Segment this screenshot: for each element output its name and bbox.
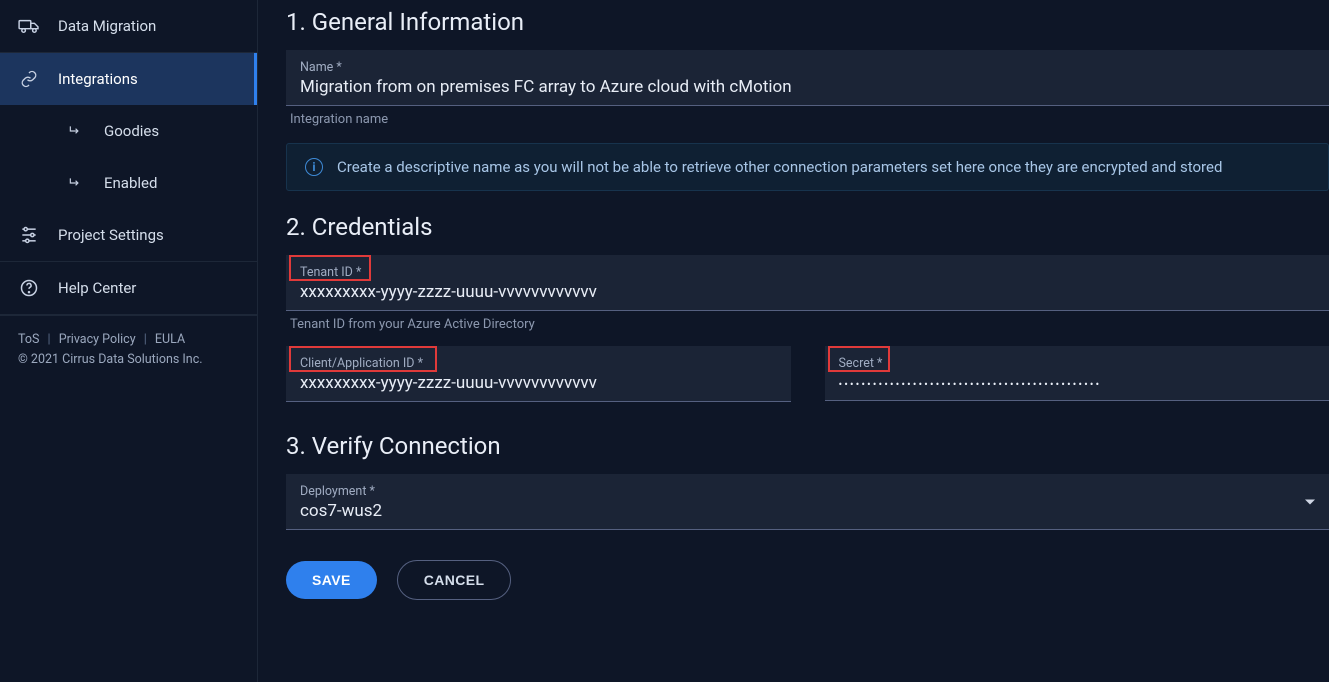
sidebar-item-label: Data Migration (58, 17, 156, 35)
sidebar-item-help-center[interactable]: Help Center (0, 262, 257, 314)
subarrow-icon (64, 124, 86, 138)
secret-label: Secret * (839, 356, 1316, 371)
subarrow-icon (64, 176, 86, 190)
tenant-id-label: Tenant ID * (300, 265, 1315, 280)
sidebar-item-label: Help Center (58, 279, 136, 297)
secret-field[interactable]: Secret * (825, 346, 1329, 401)
name-field[interactable]: Name * (286, 50, 1329, 106)
button-row: SAVE CANCEL (286, 560, 1329, 600)
secret-input[interactable] (839, 378, 1316, 391)
name-help: Integration name (290, 112, 1329, 127)
section-title-verify: 3. Verify Connection (286, 432, 1329, 460)
sidebar-item-enabled[interactable]: Enabled (0, 157, 257, 209)
chevron-down-icon (1305, 499, 1315, 504)
section-title-credentials: 2. Credentials (286, 213, 1329, 241)
sidebar-item-label: Project Settings (58, 226, 164, 244)
help-icon (18, 278, 40, 298)
truck-icon (18, 17, 40, 35)
client-id-input[interactable] (300, 373, 777, 393)
link-icon (18, 70, 40, 88)
name-input[interactable] (300, 77, 1315, 97)
tenant-id-input[interactable] (300, 282, 1315, 302)
sidebar-item-label: Integrations (58, 70, 138, 88)
sidebar: Data Migration Integrations Goodies Enab… (0, 0, 258, 682)
sidebar-item-data-migration[interactable]: Data Migration (0, 0, 257, 52)
sidebar-item-goodies[interactable]: Goodies (0, 105, 257, 157)
sidebar-item-label: Enabled (104, 174, 157, 192)
main-content: 1. General Information Name * Integratio… (258, 0, 1329, 682)
save-button[interactable]: SAVE (286, 561, 377, 599)
sidebar-item-project-settings[interactable]: Project Settings (0, 209, 257, 261)
sidebar-footer: ToS | Privacy Policy | EULA © 2021 Cirru… (0, 315, 257, 384)
name-label: Name * (300, 60, 1315, 75)
client-id-field[interactable]: Client/Application ID * (286, 346, 791, 402)
footer-copyright: © 2021 Cirrus Data Solutions Inc. (18, 350, 239, 370)
footer-link-privacy[interactable]: Privacy Policy (59, 332, 136, 347)
tenant-id-field[interactable]: Tenant ID * (286, 255, 1329, 311)
info-icon: i (305, 158, 323, 176)
info-banner: i Create a descriptive name as you will … (286, 143, 1329, 191)
tenant-id-help: Tenant ID from your Azure Active Directo… (290, 317, 1329, 332)
sliders-icon (18, 225, 40, 245)
cancel-button[interactable]: CANCEL (397, 560, 512, 600)
deployment-value: cos7-wus2 (300, 501, 1315, 521)
section-title-general: 1. General Information (286, 8, 1329, 36)
footer-link-eula[interactable]: EULA (155, 332, 185, 347)
deployment-field[interactable]: Deployment * cos7-wus2 (286, 474, 1329, 530)
info-text: Create a descriptive name as you will no… (337, 158, 1222, 176)
client-id-label: Client/Application ID * (300, 356, 777, 371)
deployment-label: Deployment * (300, 484, 1315, 499)
sidebar-item-label: Goodies (104, 122, 159, 140)
sidebar-item-integrations[interactable]: Integrations (0, 53, 257, 105)
footer-link-tos[interactable]: ToS (18, 332, 39, 347)
